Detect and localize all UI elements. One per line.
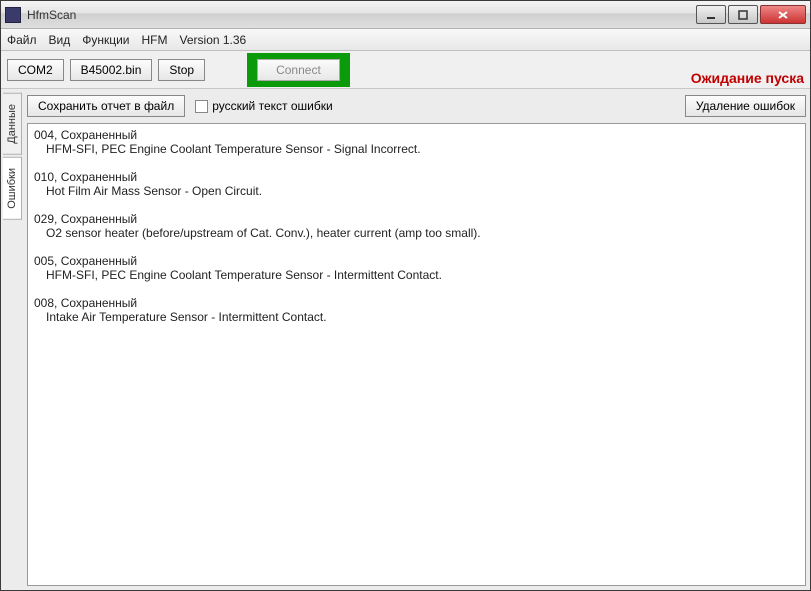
error-desc: Intake Air Temperature Sensor - Intermit…	[34, 310, 799, 324]
menu-view[interactable]: Вид	[49, 33, 71, 47]
menu-file[interactable]: Файл	[7, 33, 37, 47]
menu-version[interactable]: Version 1.36	[180, 33, 247, 47]
error-head: 005, Сохраненный	[34, 254, 799, 268]
client-area: Данные Ошибки Сохранить отчет в файл рус…	[1, 89, 810, 590]
checkbox-icon	[195, 100, 208, 113]
toolbar: COM2 B45002.bin Stop Connect Ожидание пу…	[1, 51, 810, 89]
error-desc: HFM-SFI, PEC Engine Coolant Temperature …	[34, 142, 799, 156]
error-entry: 005, Сохраненный HFM-SFI, PEC Engine Coo…	[34, 254, 799, 282]
error-entry: 029, Сохраненный O2 sensor heater (befor…	[34, 212, 799, 240]
menu-functions[interactable]: Функции	[82, 33, 129, 47]
bin-file-button[interactable]: B45002.bin	[70, 59, 153, 81]
connect-highlight: Connect	[247, 53, 350, 87]
error-entry: 010, Сохраненный Hot Film Air Mass Senso…	[34, 170, 799, 198]
error-head: 008, Сохраненный	[34, 296, 799, 310]
error-list[interactable]: 004, Сохраненный HFM-SFI, PEC Engine Coo…	[27, 123, 806, 586]
com-port-button[interactable]: COM2	[7, 59, 64, 81]
tab-errors[interactable]: Ошибки	[3, 157, 22, 220]
error-head: 010, Сохраненный	[34, 170, 799, 184]
main-pane: Сохранить отчет в файл русский текст оши…	[23, 89, 810, 590]
titlebar: HfmScan	[1, 1, 810, 29]
error-desc: Hot Film Air Mass Sensor - Open Circuit.	[34, 184, 799, 198]
error-head: 004, Сохраненный	[34, 128, 799, 142]
stop-button[interactable]: Stop	[158, 59, 205, 81]
close-button[interactable]	[760, 5, 806, 24]
maximize-button[interactable]	[728, 5, 758, 24]
error-entry: 008, Сохраненный Intake Air Temperature …	[34, 296, 799, 324]
menubar: Файл Вид Функции HFM Version 1.36	[1, 29, 810, 51]
app-window: HfmScan Файл Вид Функции HFM Version 1.3…	[0, 0, 811, 591]
russian-text-checkbox[interactable]: русский текст ошибки	[195, 99, 332, 113]
error-entry: 004, Сохраненный HFM-SFI, PEC Engine Coo…	[34, 128, 799, 156]
delete-errors-button[interactable]: Удаление ошибок	[685, 95, 806, 117]
app-icon	[5, 7, 21, 23]
vertical-tabs: Данные Ошибки	[1, 89, 23, 590]
window-title: HfmScan	[27, 8, 694, 22]
tool-row: Сохранить отчет в файл русский текст оши…	[27, 93, 806, 119]
minimize-button[interactable]	[696, 5, 726, 24]
connect-button[interactable]: Connect	[257, 59, 340, 81]
checkbox-label: русский текст ошибки	[212, 99, 332, 113]
tab-data[interactable]: Данные	[3, 93, 22, 155]
error-desc: HFM-SFI, PEC Engine Coolant Temperature …	[34, 268, 799, 282]
status-text: Ожидание пуска	[691, 70, 804, 86]
menu-hfm[interactable]: HFM	[142, 33, 168, 47]
error-desc: O2 sensor heater (before/upstream of Cat…	[34, 226, 799, 240]
error-head: 029, Сохраненный	[34, 212, 799, 226]
save-report-button[interactable]: Сохранить отчет в файл	[27, 95, 185, 117]
